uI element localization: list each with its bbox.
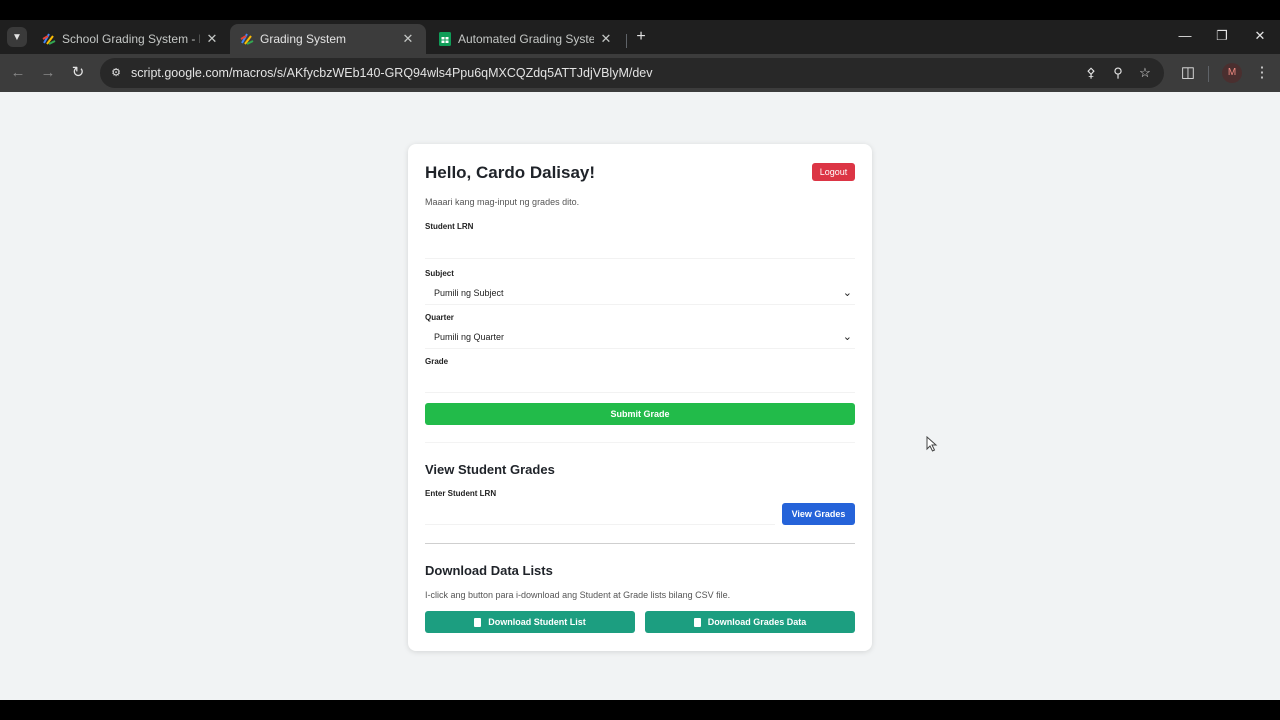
key-icon[interactable]: ⚴: [1082, 65, 1100, 81]
quarter-label: Quarter: [425, 313, 454, 322]
menu-kebab-icon[interactable]: ⋮: [1252, 63, 1272, 83]
apps-script-icon: [42, 32, 56, 46]
download-heading: Download Data Lists: [425, 563, 553, 578]
chevron-down-icon: ⌄: [842, 287, 852, 299]
nav-bar: ← → ↻ ⚙ script.google.com/macros/s/AKfyc…: [0, 54, 1280, 92]
mouse-pointer-icon: [926, 436, 938, 452]
zoom-icon[interactable]: ⚲: [1109, 65, 1127, 81]
tab-search-button[interactable]: ▼: [7, 27, 27, 47]
subject-select[interactable]: Pumili ng Subject ⌄: [425, 283, 855, 305]
view-grades-heading: View Student Grades: [425, 462, 555, 477]
profile-avatar[interactable]: M: [1222, 63, 1242, 83]
url-text[interactable]: script.google.com/macros/s/AKfycbzWEb140…: [131, 66, 652, 80]
bookmark-star-icon[interactable]: ☆: [1136, 65, 1154, 81]
quarter-selected-value: Pumili ng Quarter: [434, 332, 505, 342]
quarter-select[interactable]: Pumili ng Quarter ⌄: [425, 327, 855, 349]
student-lrn-input[interactable]: [425, 237, 855, 259]
download-note: I-click ang button para i-download ang S…: [425, 590, 731, 600]
tab-school-grading-system[interactable]: School Grading System - Projec ✕: [32, 24, 230, 54]
tab-strip: ▼ School Grading System - Projec ✕ Gradi…: [0, 20, 1280, 54]
section-divider: [425, 442, 855, 443]
forward-icon[interactable]: →: [38, 63, 58, 83]
sheets-icon: [438, 32, 452, 46]
download-student-label: Download Student List: [488, 617, 586, 627]
submit-grade-button[interactable]: Submit Grade: [425, 403, 855, 425]
site-settings-icon[interactable]: ⚙: [108, 65, 124, 81]
grade-input[interactable]: [425, 371, 855, 393]
minimize-icon[interactable]: —: [1175, 26, 1195, 46]
download-student-list-button[interactable]: Download Student List: [425, 611, 635, 633]
student-lrn-label: Student LRN: [425, 222, 474, 231]
chevron-down-icon: ⌄: [842, 331, 852, 343]
tab-title: Grading System: [260, 32, 347, 46]
section-divider: [425, 543, 855, 544]
tab-title: Automated Grading System Pu: [458, 32, 594, 46]
view-grades-button[interactable]: View Grades: [782, 503, 855, 525]
bottom-black-bar: [0, 700, 1280, 720]
close-icon[interactable]: ✕: [204, 31, 220, 47]
form-subtitle: Maaari kang mag-input ng grades dito.: [425, 197, 580, 207]
subject-selected-value: Pumili ng Subject: [434, 288, 504, 298]
close-icon[interactable]: ✕: [598, 31, 614, 47]
back-icon[interactable]: ←: [8, 63, 28, 83]
grading-card: Hello, Cardo Dalisay! Logout Maaari kang…: [408, 144, 872, 651]
tab-automated-grading-system[interactable]: Automated Grading System Pu ✕: [428, 24, 624, 54]
toolbar-divider: [1208, 66, 1209, 82]
logout-button[interactable]: Logout: [812, 163, 855, 181]
extensions-icon[interactable]: ◫: [1178, 63, 1198, 83]
new-tab-button[interactable]: +: [632, 28, 650, 46]
apps-script-icon: [240, 32, 254, 46]
download-grades-data-button[interactable]: Download Grades Data: [645, 611, 855, 633]
tab-grading-system[interactable]: Grading System ✕: [230, 24, 426, 54]
top-black-bar: [0, 0, 1280, 20]
greeting-heading: Hello, Cardo Dalisay!: [425, 163, 596, 182]
file-icon: [474, 617, 482, 627]
tab-divider: [626, 34, 627, 48]
download-grades-label: Download Grades Data: [707, 617, 807, 627]
view-lrn-input[interactable]: [425, 503, 775, 525]
reload-icon[interactable]: ↻: [68, 63, 88, 83]
subject-label: Subject: [425, 269, 454, 278]
restore-icon[interactable]: ❐: [1212, 26, 1232, 46]
chevron-down-icon: ▼: [12, 31, 22, 43]
tab-title: School Grading System - Projec: [62, 32, 200, 46]
grade-label: Grade: [425, 357, 449, 366]
enter-lrn-label: Enter Student LRN: [425, 489, 497, 498]
file-icon: [693, 617, 701, 627]
close-icon[interactable]: ✕: [400, 31, 416, 47]
address-bar[interactable]: ⚙ script.google.com/macros/s/AKfycbzWEb1…: [100, 58, 1164, 88]
close-window-icon[interactable]: ✕: [1250, 26, 1270, 46]
browser-chrome: ▼ School Grading System - Projec ✕ Gradi…: [0, 20, 1280, 92]
page-content: Hello, Cardo Dalisay! Logout Maaari kang…: [0, 92, 1280, 700]
